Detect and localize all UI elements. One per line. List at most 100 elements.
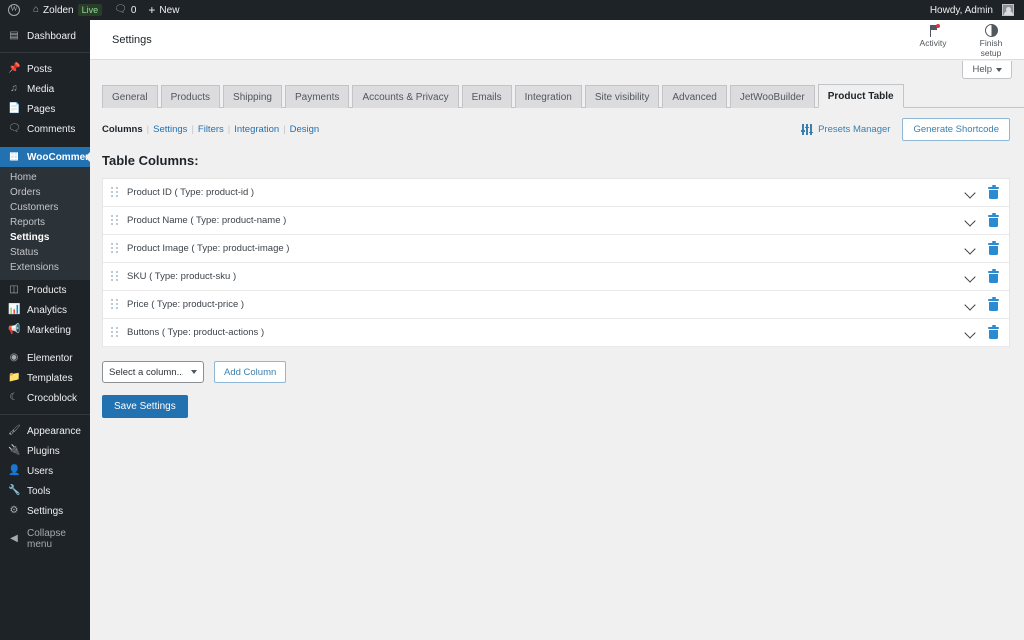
trash-icon[interactable] — [988, 184, 999, 199]
submenu-item-orders[interactable]: Orders — [0, 185, 90, 200]
chevron-down-icon[interactable] — [966, 273, 974, 281]
account-menu[interactable]: Howdy, Admin — [924, 0, 1020, 20]
trash-icon[interactable] — [988, 296, 999, 311]
drag-handle-icon[interactable] — [111, 215, 119, 226]
presets-manager-button[interactable]: Presets Manager — [800, 124, 890, 135]
sidebar-item-label: Templates — [27, 372, 73, 384]
products-icon: ◫ — [9, 284, 19, 295]
table-row[interactable]: Buttons ( Type: product-actions ) — [103, 319, 1009, 347]
sidebar-item-dashboard[interactable]: ▤ Dashboard — [0, 26, 90, 46]
sidebar-item-users[interactable]: 👤 Users — [0, 461, 90, 481]
sidebar-item-analytics[interactable]: 📊 Analytics — [0, 300, 90, 320]
sidebar-item-woocommerce[interactable]: ▦ WooCommerce — [0, 147, 100, 167]
tab-products[interactable]: Products — [160, 85, 221, 108]
submenu-item-home[interactable]: Home — [0, 170, 90, 185]
sidebar-item-elementor[interactable]: ◉ Elementor — [0, 348, 90, 368]
sidebar-divider — [0, 52, 90, 53]
collapse-menu-button[interactable]: ◀ Collapse menu — [0, 528, 90, 550]
help-tab-button[interactable]: Help — [962, 61, 1012, 79]
woocommerce-submenu: Home Orders Customers Reports Settings S… — [0, 167, 90, 280]
sidebar-item-label: Crocoblock — [27, 392, 78, 404]
drag-handle-icon[interactable] — [111, 243, 119, 254]
subnav-item-columns[interactable]: Columns — [102, 124, 143, 135]
submenu-item-extensions[interactable]: Extensions — [0, 260, 90, 275]
activity-button[interactable]: Activity — [912, 23, 954, 48]
tab-jetwoobuilder[interactable]: JetWooBuilder — [729, 85, 815, 108]
add-column-button[interactable]: Add Column — [214, 361, 287, 383]
drag-handle-icon[interactable] — [111, 271, 119, 282]
bottom-controls: Select a column... Add Column — [102, 361, 1010, 383]
subnav-item-filters[interactable]: Filters — [198, 124, 224, 135]
submenu-item-settings[interactable]: Settings — [0, 230, 90, 245]
submenu-item-status[interactable]: Status — [0, 245, 90, 260]
sidebar-item-posts[interactable]: 📌 Posts — [0, 59, 90, 79]
chevron-down-icon[interactable] — [966, 245, 974, 253]
drag-handle-icon[interactable] — [111, 187, 119, 198]
sidebar-item-media[interactable]: ♫ Media — [0, 79, 90, 99]
sidebar-item-settings[interactable]: ⚙ Settings — [0, 501, 90, 521]
trash-icon[interactable] — [988, 324, 999, 339]
sidebar-item-products[interactable]: ◫ Products — [0, 280, 90, 300]
submenu-item-reports[interactable]: Reports — [0, 215, 90, 230]
drag-handle-icon[interactable] — [111, 299, 119, 310]
sidebar-item-appearance[interactable]: 🖌 Appearance — [0, 421, 90, 441]
comments-count: 0 — [130, 4, 137, 16]
wordpress-logo-icon — [8, 2, 20, 16]
tab-shipping[interactable]: Shipping — [223, 85, 282, 108]
trash-icon[interactable] — [988, 240, 999, 255]
subnav-item-design[interactable]: Design — [290, 124, 320, 135]
chevron-down-icon[interactable] — [966, 329, 974, 337]
gear-icon: ⚙ — [9, 505, 19, 516]
generate-shortcode-button[interactable]: Generate Shortcode — [902, 118, 1010, 141]
tab-product-table[interactable]: Product Table — [817, 84, 904, 108]
chevron-down-icon[interactable] — [966, 189, 974, 197]
sidebar-divider — [0, 414, 90, 415]
chevron-down-icon[interactable] — [966, 217, 974, 225]
table-row[interactable]: SKU ( Type: product-sku ) — [103, 263, 1009, 291]
woocommerce-icon: ▦ — [9, 151, 19, 162]
subnav: Columns | Settings | Filters | Integrati… — [102, 124, 319, 135]
users-icon: 👤 — [8, 465, 21, 476]
new-label: New — [159, 4, 180, 16]
tab-accounts-privacy[interactable]: Accounts & Privacy — [352, 85, 459, 108]
submenu-item-customers[interactable]: Customers — [0, 200, 90, 215]
settings-tabs-wrap: General Products Shipping Payments Accou… — [90, 60, 1024, 108]
sidebar-item-crocoblock[interactable]: ☾ Crocoblock — [0, 388, 90, 408]
sidebar-item-plugins[interactable]: 🔌 Plugins — [0, 441, 90, 461]
sidebar-item-tools[interactable]: 🔧 Tools — [0, 481, 90, 501]
tab-advanced[interactable]: Advanced — [662, 85, 727, 108]
table-row[interactable]: Price ( Type: product-price ) — [103, 291, 1009, 319]
chevron-down-icon[interactable] — [966, 301, 974, 309]
select-column-wrap: Select a column... — [102, 361, 204, 383]
sidebar-item-marketing[interactable]: 📢 Marketing — [0, 320, 90, 340]
sliders-icon — [800, 124, 814, 135]
subnav-item-settings[interactable]: Settings — [153, 124, 187, 135]
sidebar-item-comments[interactable]: 🗨 Comments — [0, 119, 90, 139]
subnav-item-integration[interactable]: Integration — [234, 124, 279, 135]
trash-icon[interactable] — [988, 268, 999, 283]
table-row[interactable]: Product Image ( Type: product-image ) — [103, 235, 1009, 263]
table-row[interactable]: Product ID ( Type: product-id ) — [103, 179, 1009, 207]
site-name-button[interactable]: ⌂ Zolden Live — [27, 0, 108, 20]
sidebar-item-templates[interactable]: 📁 Templates — [0, 368, 90, 388]
new-content-button[interactable]: + New — [142, 0, 185, 20]
save-settings-button[interactable]: Save Settings — [102, 395, 188, 418]
tab-site-visibility[interactable]: Site visibility — [584, 85, 660, 108]
tab-general[interactable]: General — [102, 85, 158, 108]
media-icon: ♫ — [10, 83, 18, 94]
finish-setup-button[interactable]: Finish setup — [970, 23, 1012, 58]
comments-button[interactable]: 🗨 0 — [108, 0, 142, 20]
select-column-dropdown[interactable]: Select a column... — [102, 361, 204, 383]
trash-icon[interactable] — [988, 212, 999, 227]
home-icon: ⌂ — [33, 4, 40, 15]
wp-logo-button[interactable] — [0, 0, 27, 20]
tab-payments[interactable]: Payments — [284, 85, 350, 108]
subnav-separator: | — [146, 124, 150, 135]
tab-emails[interactable]: Emails — [461, 85, 512, 108]
sidebar-item-label: Plugins — [27, 445, 60, 457]
subnav-row: Columns | Settings | Filters | Integrati… — [90, 108, 1024, 141]
tab-integration[interactable]: Integration — [514, 85, 582, 108]
drag-handle-icon[interactable] — [111, 327, 119, 338]
sidebar-item-pages[interactable]: 📄 Pages — [0, 99, 90, 119]
table-row[interactable]: Product Name ( Type: product-name ) — [103, 207, 1009, 235]
